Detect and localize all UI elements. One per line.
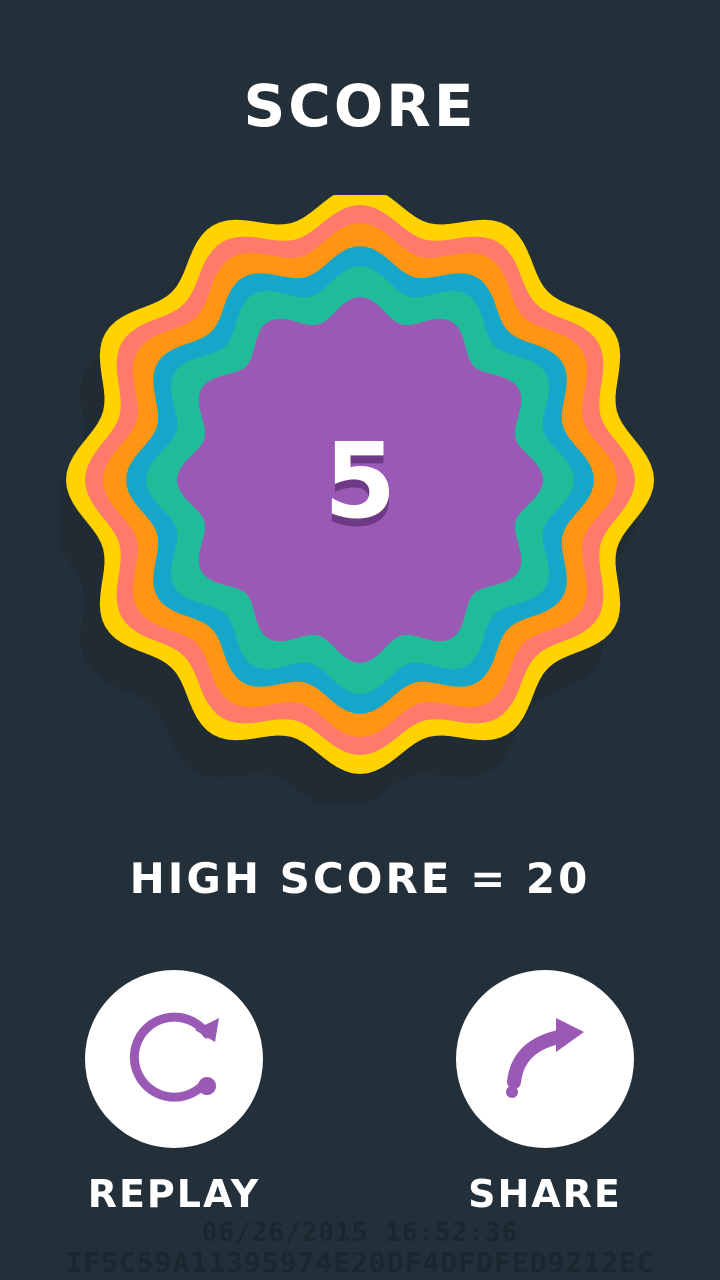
replay-button[interactable] (85, 970, 263, 1148)
replay-icon (129, 1012, 219, 1102)
share-label: SHARE (468, 1172, 622, 1216)
share-icon (506, 1018, 584, 1098)
replay-label: REPLAY (87, 1172, 261, 1216)
watermark-timestamp: 06/26/2015 16:52:36 (201, 1218, 519, 1248)
watermark-id: IF5C59A11395974E20DF4DFDFED9212EC (65, 1246, 655, 1279)
share-button[interactable] (456, 970, 634, 1148)
current-score: 5 (323, 420, 397, 542)
high-score-text: HIGH SCORE = 20 (129, 854, 591, 903)
score-title: SCORE (243, 72, 477, 140)
